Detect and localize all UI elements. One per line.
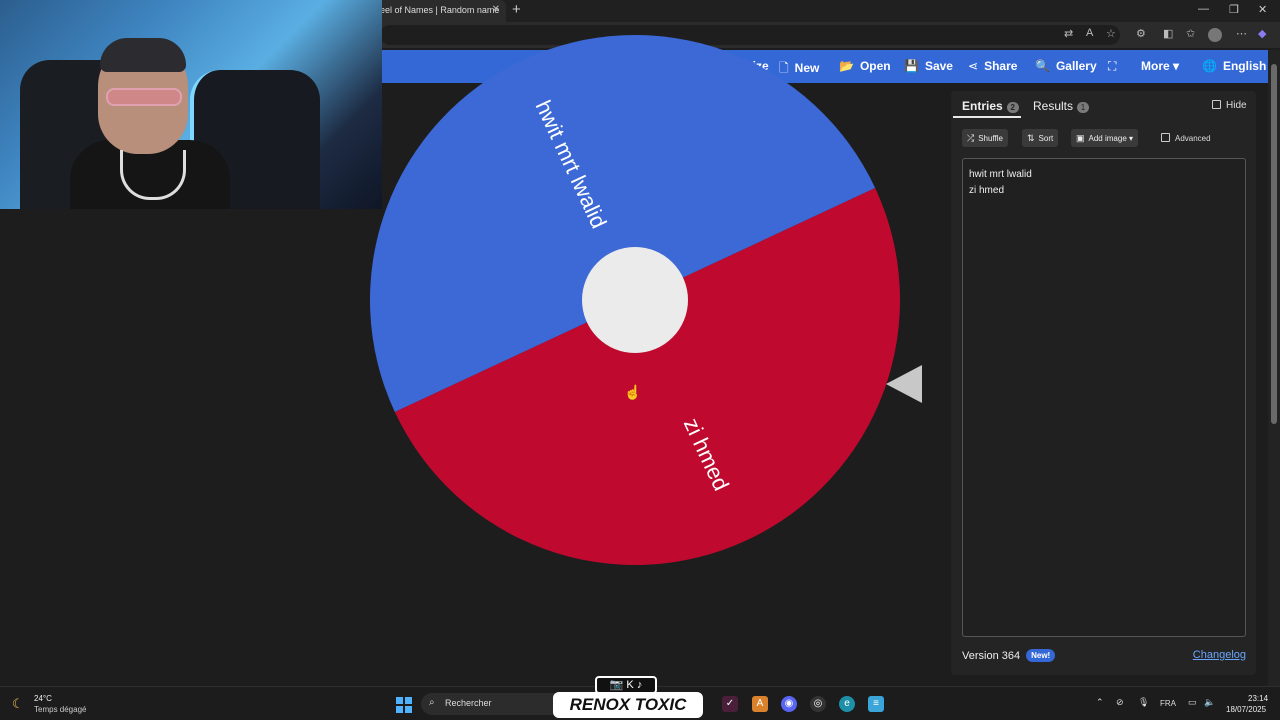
share-button[interactable]: ⋖ Share bbox=[968, 59, 1017, 73]
checkbox-icon bbox=[1161, 133, 1170, 142]
glasses bbox=[106, 88, 182, 106]
favorites-icon[interactable]: ✩ bbox=[1186, 27, 1195, 40]
browser-tab[interactable]: eel of Names | Random name ✕ bbox=[372, 0, 506, 22]
changelog-link[interactable]: Changelog bbox=[1193, 649, 1246, 661]
tab-results[interactable]: Results 1 bbox=[1033, 99, 1090, 113]
tab-title: eel of Names | Random name bbox=[380, 5, 500, 15]
chevron-down-icon: ▾ bbox=[1129, 134, 1134, 143]
menu-dots-icon[interactable]: ⋯ bbox=[1236, 27, 1247, 40]
clock-time[interactable]: 23:14 bbox=[1248, 694, 1268, 703]
checkbox-icon bbox=[1212, 100, 1221, 109]
windows-start-icon[interactable] bbox=[396, 697, 412, 713]
language-indicator[interactable]: FRA bbox=[1160, 699, 1176, 708]
hand-cursor-icon: ☝ bbox=[624, 384, 642, 400]
chevron-up-icon[interactable]: ⌃ bbox=[1096, 697, 1104, 708]
entry-line: hwit mrt lwalid bbox=[969, 169, 1032, 180]
app-icon[interactable]: ✓ bbox=[722, 696, 738, 712]
display-icon[interactable]: ▭ bbox=[1188, 697, 1197, 708]
new-badge: New! bbox=[1026, 649, 1056, 662]
maximize-icon[interactable]: ❐ bbox=[1229, 3, 1239, 16]
taskbar-search[interactable]: ⌕ Rechercher bbox=[421, 693, 571, 715]
wheel[interactable]: hwit mrt lwalid zi hmed bbox=[360, 35, 910, 585]
split-icon[interactable]: ◧ bbox=[1163, 27, 1173, 40]
language-button[interactable]: 🌐 English bbox=[1202, 59, 1266, 73]
close-window-icon[interactable]: ✕ bbox=[1258, 3, 1267, 16]
entry-line: zi hmed bbox=[969, 185, 1005, 196]
share-icon: ⋖ bbox=[968, 59, 979, 73]
chevron-down-icon: ▾ bbox=[1173, 59, 1180, 73]
image-icon: ▣ bbox=[1076, 133, 1085, 143]
person-hair bbox=[100, 38, 186, 72]
network-off-icon[interactable]: ⊘ bbox=[1116, 697, 1124, 708]
advanced-checkbox[interactable]: Advanced bbox=[1161, 133, 1211, 143]
app-icon[interactable]: A bbox=[752, 696, 768, 712]
webcam-overlay bbox=[0, 0, 382, 209]
microphone-icon[interactable]: 🎙 bbox=[1138, 697, 1149, 708]
watermark-text: RENOX TOXIC bbox=[553, 692, 703, 718]
entries-textarea[interactable]: hwit mrt lwalid zi hmed bbox=[962, 158, 1246, 637]
entries-panel: Entries 2 Results 1 Hide ⤮ Shuffle ⇅ Sort ▣ A… bbox=[951, 91, 1256, 675]
weather-temperature[interactable]: 24°C bbox=[34, 694, 52, 703]
fullscreen-button[interactable]: ⛶ bbox=[1108, 59, 1122, 74]
extensions-icon[interactable]: ⚙ bbox=[1136, 27, 1146, 40]
notepad-icon[interactable]: ≡ bbox=[868, 696, 884, 712]
moon-icon[interactable]: ☾ bbox=[12, 696, 24, 712]
copilot-icon[interactable]: ◆ bbox=[1258, 27, 1266, 40]
weather-description[interactable]: Temps dégagé bbox=[34, 705, 86, 714]
wheel-pointer-icon bbox=[886, 365, 922, 403]
gallery-button[interactable]: 🔍 Gallery bbox=[1035, 59, 1097, 73]
fullscreen-icon: ⛶ bbox=[1108, 59, 1117, 73]
sort-icon: ⇅ bbox=[1027, 133, 1035, 143]
profile-avatar[interactable] bbox=[1208, 28, 1222, 42]
scrollbar-thumb[interactable] bbox=[1271, 64, 1277, 424]
shuffle-icon: ⤮ bbox=[967, 133, 975, 143]
app-icon[interactable]: ◎ bbox=[810, 696, 826, 712]
sort-button[interactable]: ⇅ Sort bbox=[1022, 129, 1059, 147]
hide-checkbox[interactable]: Hide bbox=[1212, 100, 1247, 111]
edge-icon[interactable]: e bbox=[839, 696, 855, 712]
page-scrollbar[interactable] bbox=[1268, 50, 1280, 686]
search-icon: 🔍 bbox=[1035, 59, 1050, 73]
shuffle-button[interactable]: ⤮ Shuffle bbox=[962, 129, 1008, 147]
version-label: Version 364 New! bbox=[962, 649, 1056, 662]
wheel-hub[interactable] bbox=[582, 247, 688, 353]
clock-date[interactable]: 18/07/2025 bbox=[1226, 705, 1266, 714]
active-tab-indicator bbox=[953, 116, 1021, 118]
translate-icon[interactable]: ⇄ bbox=[1064, 27, 1073, 40]
more-button[interactable]: More ▾ bbox=[1141, 59, 1179, 73]
globe-icon: 🌐 bbox=[1202, 59, 1217, 73]
volume-icon[interactable]: 🔈 bbox=[1204, 697, 1215, 708]
discord-icon[interactable]: ◉ bbox=[781, 696, 797, 712]
add-image-button[interactable]: ▣ Add image ▾ bbox=[1071, 129, 1139, 147]
save-button[interactable]: 💾 Save bbox=[904, 59, 953, 73]
favorite-star-icon[interactable]: ☆ bbox=[1106, 27, 1116, 40]
new-tab-button[interactable]: + bbox=[512, 1, 521, 18]
watermark-logo: 📷 K ♪ RENOX TOXIC bbox=[553, 672, 703, 720]
tab-close-icon[interactable]: ✕ bbox=[492, 4, 500, 15]
tab-entries[interactable]: Entries 2 bbox=[962, 99, 1019, 113]
results-count-badge: 1 bbox=[1077, 102, 1090, 113]
read-aloud-icon[interactable]: A bbox=[1086, 27, 1093, 39]
entries-count-badge: 2 bbox=[1006, 102, 1019, 113]
minimize-icon[interactable]: — bbox=[1198, 3, 1209, 15]
search-icon: ⌕ bbox=[429, 697, 435, 708]
